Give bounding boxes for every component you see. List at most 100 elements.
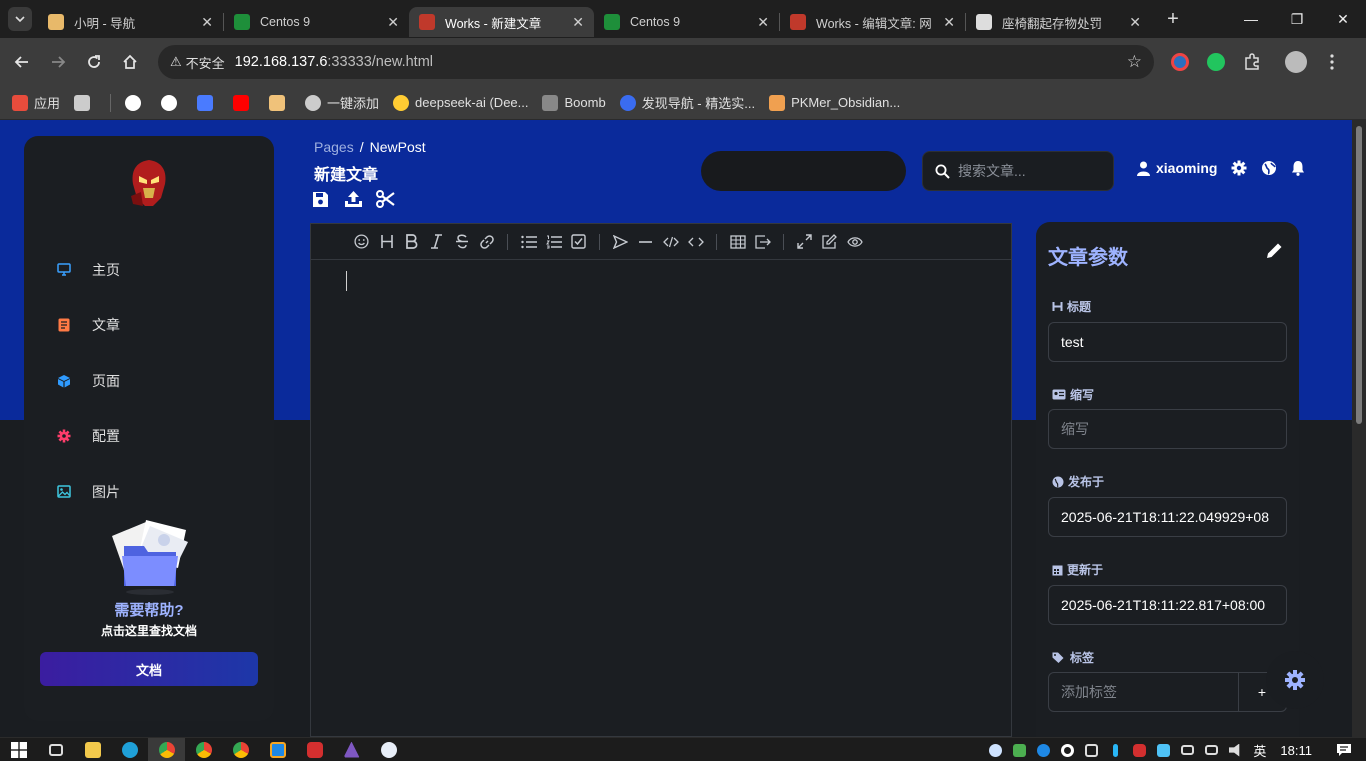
forward-button[interactable] (40, 44, 76, 80)
taskbar-chrome-3[interactable] (222, 738, 259, 761)
tray-app-4[interactable] (1079, 738, 1103, 761)
extensions-button[interactable] (1234, 44, 1270, 80)
tab-close-icon[interactable]: ✕ (943, 14, 955, 31)
page-scrollbar[interactable] (1352, 120, 1366, 737)
docs-button[interactable]: 文档 (40, 652, 258, 686)
start-button[interactable] (0, 738, 37, 761)
tray-bluetooth[interactable] (1031, 738, 1055, 761)
tray-app-6[interactable] (1127, 738, 1151, 761)
profile-button[interactable] (1278, 44, 1314, 80)
tags-input[interactable] (1048, 672, 1239, 712)
bookmark-item[interactable] (233, 94, 255, 111)
taskbar-app-box[interactable] (259, 738, 296, 761)
fullscreen-button[interactable] (792, 231, 817, 253)
sidebar-nav-item[interactable]: 图片 (24, 464, 274, 520)
search-input[interactable] (958, 163, 1098, 179)
taskbar-app-v[interactable] (296, 738, 333, 761)
notification-center[interactable] (1332, 738, 1356, 761)
cut-button[interactable] (376, 188, 408, 210)
updated-input[interactable] (1048, 585, 1287, 625)
bold-button[interactable] (399, 231, 424, 253)
extension-glasses[interactable] (1162, 44, 1198, 80)
clock[interactable]: 18:11 (1280, 743, 1312, 758)
italic-button[interactable] (424, 231, 449, 253)
insert-after-button[interactable] (750, 231, 775, 253)
reload-button[interactable] (76, 44, 112, 80)
sidebar-nav-item[interactable]: 主页 (24, 242, 274, 298)
tray-volume[interactable] (1223, 738, 1247, 761)
browser-tab[interactable]: Centos 9 ✕ (224, 7, 409, 37)
bookmark-item[interactable] (197, 94, 219, 111)
home-button[interactable] (112, 44, 148, 80)
ime-indicator[interactable]: 英 (1253, 741, 1266, 760)
bookmark-item[interactable] (74, 94, 96, 111)
browser-tab[interactable]: 小明 - 导航 ✕ (38, 7, 223, 37)
hr-button[interactable] (633, 231, 658, 253)
taskbar-chrome-2[interactable] (185, 738, 222, 761)
omnibox[interactable]: ⚠ 不安全 192.168.137.6:33333/new.html ☆ (158, 45, 1154, 79)
sidebar-nav-item[interactable]: 文章 (24, 298, 274, 354)
edit-params-button[interactable] (1265, 242, 1283, 265)
preview-button[interactable] (842, 231, 867, 253)
taskbar-explorer[interactable] (74, 738, 111, 761)
tab-search-button[interactable] (8, 7, 32, 31)
new-tab-button[interactable]: + (1159, 5, 1187, 33)
tray-app-3[interactable] (1055, 738, 1079, 761)
browser-tab[interactable]: Works - 新建文章 ✕ (409, 7, 594, 37)
taskbar-chrome[interactable] (148, 737, 185, 761)
heading-button[interactable] (374, 231, 399, 253)
settings-button[interactable] (1231, 160, 1247, 176)
bookmark-item[interactable]: deepseek-ai (Dee... (393, 94, 528, 111)
tray-app-7[interactable] (1151, 738, 1175, 761)
notifications-button[interactable] (1291, 160, 1305, 176)
bookmark-item[interactable]: PKMer_Obsidian... (769, 94, 900, 111)
strikethrough-button[interactable] (449, 231, 474, 253)
upload-button[interactable] (344, 188, 376, 210)
tab-close-icon[interactable]: ✕ (572, 14, 584, 31)
ordered-list-button[interactable] (541, 231, 566, 253)
language-button[interactable] (1261, 160, 1277, 176)
search-box[interactable] (922, 151, 1114, 191)
scrollbar-thumb[interactable] (1356, 126, 1362, 424)
table-button[interactable] (725, 231, 750, 253)
tab-close-icon[interactable]: ✕ (1129, 14, 1141, 31)
help-subtitle[interactable]: 点击这里查找文档 (24, 622, 274, 639)
bullet-list-button[interactable] (516, 231, 541, 253)
taskbar-app-crystal[interactable] (333, 738, 370, 761)
edit-mode-button[interactable] (817, 231, 842, 253)
sidebar-nav-item[interactable]: 页面 (24, 353, 274, 409)
menu-button[interactable] (1314, 44, 1350, 80)
taskbar-edge[interactable] (111, 738, 148, 761)
browser-tab[interactable]: Works - 编辑文章: 网 ✕ (780, 7, 965, 37)
tray-network[interactable] (1175, 738, 1199, 761)
tab-close-icon[interactable]: ✕ (387, 14, 399, 31)
bookmark-item[interactable]: 应用 (12, 93, 60, 112)
bookmark-item[interactable] (125, 94, 147, 111)
abbr-input[interactable] (1048, 409, 1287, 449)
minimize-button[interactable]: — (1228, 0, 1274, 38)
extension-green[interactable] (1198, 44, 1234, 80)
quote-button[interactable] (608, 231, 633, 253)
link-button[interactable] (474, 231, 499, 253)
maximize-button[interactable]: ❐ (1274, 0, 1320, 38)
taskbar-app-steam[interactable] (370, 738, 407, 761)
bookmark-item[interactable]: Boomb (542, 94, 606, 111)
code-block-button[interactable] (658, 231, 683, 253)
sidebar-nav-item[interactable]: 配置 (24, 409, 274, 465)
tray-app-5[interactable] (1103, 738, 1127, 761)
breadcrumb-pages[interactable]: Pages (314, 139, 354, 155)
settings-fab[interactable] (1266, 651, 1324, 709)
bookmark-item[interactable] (269, 94, 291, 111)
task-view-button[interactable] (37, 738, 74, 761)
bookmark-item[interactable]: 发现导航 - 精选实... (619, 93, 755, 112)
bookmark-item[interactable]: 一键添加 (305, 93, 379, 112)
security-indicator[interactable]: ⚠ 不安全 (170, 53, 225, 72)
tray-app-1[interactable] (983, 738, 1007, 761)
task-list-button[interactable] (566, 231, 591, 253)
tab-close-icon[interactable]: ✕ (201, 14, 213, 31)
user-menu[interactable]: xiaoming (1137, 160, 1217, 176)
save-button[interactable] (312, 188, 344, 210)
browser-tab[interactable]: 座椅翻起存物处罚 ✕ (966, 7, 1151, 37)
browser-tab[interactable]: Centos 9 ✕ (594, 7, 779, 37)
published-input[interactable] (1048, 497, 1287, 537)
